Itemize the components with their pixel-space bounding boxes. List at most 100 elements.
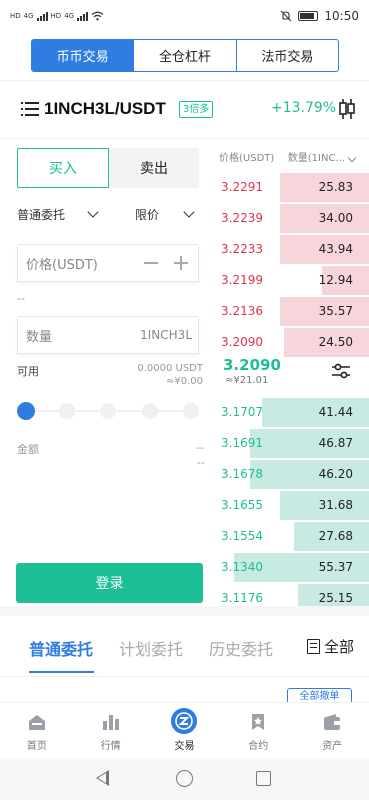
slider-step-100[interactable] <box>183 403 199 419</box>
slider-step-75[interactable] <box>142 403 158 419</box>
recent-apps-icon[interactable] <box>256 771 271 786</box>
ask-row[interactable]: 3.2291 25.83 <box>219 173 369 202</box>
price-decrease-icon[interactable] <box>144 262 158 264</box>
nav-assets[interactable]: 资产 <box>295 703 369 758</box>
amount-slider[interactable] <box>17 402 199 420</box>
wallet-icon <box>324 714 341 730</box>
total-value: -- <box>196 441 204 454</box>
nav-trade-label: 交易 <box>174 741 195 752</box>
slider-handle[interactable] <box>17 402 35 420</box>
chevron-down-icon <box>183 206 195 218</box>
bid-price: 3.1691 <box>221 436 263 450</box>
login-button[interactable]: 登录 <box>16 563 203 603</box>
ask-price: 3.2233 <box>221 242 263 256</box>
bid-row[interactable]: 3.1707 41.44 <box>219 398 369 427</box>
bid-qty: 31.68 <box>318 498 353 512</box>
bid-price: 3.1655 <box>221 498 263 512</box>
bid-row[interactable]: 3.1554 27.68 <box>219 522 369 551</box>
home-circle-icon[interactable] <box>176 770 193 787</box>
price-increase-icon[interactable] <box>174 256 188 270</box>
ask-row[interactable]: 3.2239 34.00 <box>219 204 369 233</box>
tab-order-history[interactable]: 历史委托 <box>209 636 273 660</box>
nav-contract[interactable]: 合约 <box>221 703 295 758</box>
amount-unit: 1INCH3L <box>140 328 192 342</box>
tab-spot-trading[interactable]: 币币交易 <box>32 40 134 71</box>
bid-qty: 25.15 <box>318 591 353 605</box>
tab-cross-margin[interactable]: 全仓杠杆 <box>133 40 235 71</box>
bid-row[interactable]: 3.1691 46.87 <box>219 429 369 458</box>
bid-row[interactable]: 3.1655 31.68 <box>219 491 369 520</box>
leverage-badge: 3倍多 <box>179 101 214 118</box>
nav-home[interactable]: 首页 <box>0 703 74 758</box>
ask-qty: 25.83 <box>318 180 353 194</box>
ask-row[interactable]: 3.2090 24.50 <box>219 328 369 357</box>
order-type-select[interactable]: 普通委托 <box>17 203 99 225</box>
ask-qty: 35.57 <box>318 304 353 318</box>
price-input[interactable]: 价格(USDT) <box>17 244 199 282</box>
all-pairs-filter[interactable]: 全部 <box>307 636 354 657</box>
pair-menu-icon[interactable] <box>21 101 39 117</box>
nav-home-label: 首页 <box>26 741 47 752</box>
order-book-header: 价格(USDT) 数量(1INC... <box>219 149 369 164</box>
total-label: 金额 <box>17 443 39 456</box>
bid-qty: 46.87 <box>318 436 353 450</box>
nav-contract-label: 合约 <box>248 741 269 752</box>
market-chart-icon <box>102 715 119 730</box>
ask-row[interactable]: 3.2233 43.94 <box>219 235 369 264</box>
wifi-icon <box>91 11 104 21</box>
bid-price: 3.1176 <box>221 591 263 605</box>
document-icon <box>307 639 320 654</box>
ask-qty: 34.00 <box>318 211 353 225</box>
depth-settings-icon[interactable] <box>331 361 351 381</box>
nav-market-label: 行情 <box>100 741 121 752</box>
system-nav-bar <box>0 758 369 800</box>
price-change: +13.79% <box>271 100 337 116</box>
slider-step-50[interactable] <box>100 403 116 419</box>
amount-placeholder: 数量 <box>26 329 53 345</box>
nav-market[interactable]: 行情 <box>74 703 148 758</box>
price-cny-hint: -- <box>17 292 25 305</box>
candlestick-chart-icon[interactable] <box>338 98 356 120</box>
tab-plan-orders[interactable]: 计划委托 <box>119 636 183 660</box>
battery-icon <box>298 11 319 21</box>
available-label: 可用 <box>17 365 39 378</box>
slider-step-25[interactable] <box>59 403 75 419</box>
bid-price: 3.1678 <box>221 467 263 481</box>
bid-qty: 55.37 <box>318 560 353 574</box>
section-separator <box>0 606 369 616</box>
buy-tab[interactable]: 买入 <box>17 148 109 188</box>
tab-fiat-trading[interactable]: 法币交易 <box>235 40 338 71</box>
active-tab-indicator <box>29 671 94 673</box>
ob-price-header: 价格(USDT) <box>219 153 275 164</box>
ask-row[interactable]: 3.2136 35.57 <box>219 297 369 326</box>
last-price: 3.2090 <box>223 356 281 374</box>
nav-trade[interactable]: 交易 <box>148 703 222 758</box>
order-type-value: 普通委托 <box>17 207 66 222</box>
pair-name[interactable]: 1INCH3L/USDT <box>44 99 166 119</box>
signal-indicators: HD 4G HD 4G <box>10 11 104 21</box>
back-icon[interactable] <box>96 770 109 786</box>
available-cny: ≈¥0.00 <box>165 376 203 387</box>
amount-input[interactable]: 数量 1INCH3L <box>17 316 199 354</box>
ask-price: 3.2136 <box>221 304 263 318</box>
all-label: 全部 <box>324 638 355 656</box>
order-tabs: 普通委托 计划委托 历史委托 全部 <box>0 630 369 674</box>
bid-price: 3.1554 <box>221 529 263 543</box>
pair-divider <box>0 138 369 139</box>
buy-sell-toggle: 买入 卖出 <box>17 148 199 188</box>
ob-qty-header[interactable]: 数量(1INC... <box>288 149 357 164</box>
status-bar: HD 4G HD 4G 10:50 <box>0 0 369 32</box>
signal-icon-2 <box>77 11 89 21</box>
total-sub-value: -- <box>197 456 205 469</box>
trade-logo-icon <box>171 708 198 734</box>
price-type-select[interactable]: 限价 <box>135 203 195 225</box>
ask-row[interactable]: 3.2199 12.94 <box>219 266 369 295</box>
tab-normal-orders[interactable]: 普通委托 <box>29 636 93 660</box>
hd-tag-2: HD <box>50 11 62 20</box>
bid-row[interactable]: 3.1678 46.20 <box>219 460 369 489</box>
bid-row[interactable]: 3.1340 55.37 <box>219 553 369 582</box>
network-tag: 4G <box>23 11 34 20</box>
orders-divider <box>0 676 369 677</box>
bid-qty: 27.68 <box>318 529 353 543</box>
sell-tab[interactable]: 卖出 <box>109 148 199 188</box>
